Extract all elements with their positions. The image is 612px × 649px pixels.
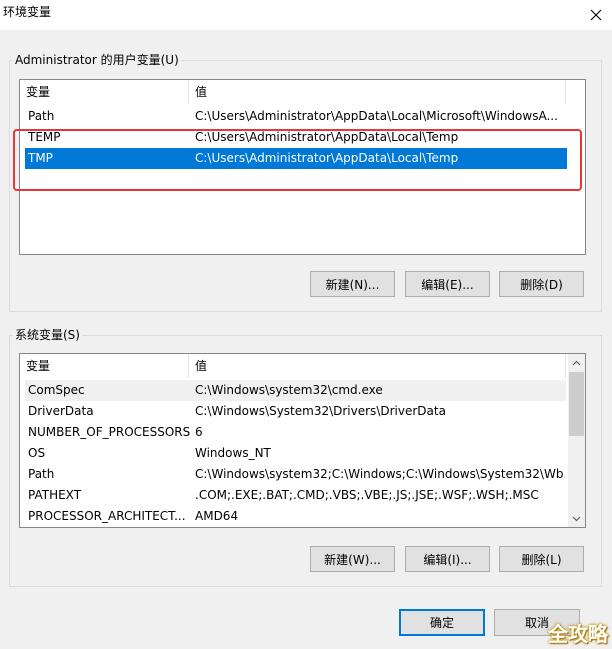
variable-value: C:\Users\Administrator\AppData\Local\Tem… [195,130,459,144]
column-header-variable[interactable]: 变量 [20,354,189,378]
title-bar: 环境变量 [0,0,612,30]
list-item[interactable]: ComSpec C:\Windows\system32\cmd.exe [25,380,566,401]
variable-value: C:\Windows\System32\Drivers\DriverData [195,404,446,418]
variable-name: ComSpec [28,383,85,397]
variable-name: PATHEXT [28,488,82,502]
system-edit-button[interactable]: 编辑(I)... [405,546,490,572]
user-edit-button[interactable]: 编辑(E)... [405,271,490,297]
variable-value: C:\Windows\system32\cmd.exe [195,383,383,397]
user-vars-list[interactable]: 变量 值 Path C:\Users\Administrator\AppData… [19,79,586,255]
user-vars-group-label: Administrator 的用户变量(U) [13,53,181,67]
variable-value: AMD64 [195,509,239,523]
variable-name: PROCESSOR_ARCHITECT... [28,509,186,523]
list-item[interactable]: NUMBER_OF_PROCESSORS 6 [20,422,566,443]
system-delete-button[interactable]: 删除(L) [499,546,584,572]
list-item[interactable]: TEMP C:\Users\Administrator\AppData\Loca… [20,127,585,148]
close-button[interactable] [580,0,612,30]
variable-value: C:\Windows\system32;C:\Windows;C:\Window… [195,467,565,481]
column-header-variable[interactable]: 变量 [20,80,189,104]
variable-name: Path [28,109,55,123]
watermark-logo: 全攻略 [548,622,608,646]
system-vars-list[interactable]: 变量 值 ComSpec C:\Windows\system32\cmd.exe… [19,353,586,528]
ok-button[interactable]: 确定 [399,609,485,636]
system-vars-list-header: 变量 值 [20,354,585,378]
column-header-value[interactable]: 值 [189,354,566,378]
variable-value: Windows_NT [195,446,271,460]
list-item[interactable]: Path C:\Users\Administrator\AppData\Loca… [20,106,585,127]
user-delete-button[interactable]: 删除(D) [499,271,584,297]
user-vars-list-header: 变量 值 [20,80,585,104]
user-new-button[interactable]: 新建(N)... [310,271,395,297]
system-vars-scrollbar[interactable] [568,354,585,527]
variable-name: NUMBER_OF_PROCESSORS [28,425,190,439]
chevron-down-icon [572,516,581,521]
list-item[interactable]: DriverData C:\Windows\System32\Drivers\D… [20,401,566,422]
variable-name: OS [28,446,46,460]
system-new-button[interactable]: 新建(W)... [310,546,395,572]
chevron-up-icon [572,360,581,365]
variable-name: Path [28,467,55,481]
variable-name: DriverData [28,404,94,418]
variable-value: C:\Users\Administrator\AppData\Local\Mic… [195,109,558,123]
list-item[interactable]: Path C:\Windows\system32;C:\Windows;C:\W… [20,464,566,485]
variable-name: TMP [28,151,53,165]
close-icon [590,9,602,21]
variable-name: TEMP [28,130,61,144]
list-item[interactable]: PROCESSOR_ARCHITECT... AMD64 [20,506,566,527]
system-vars-group-label: 系统变量(S) [13,328,82,342]
list-item[interactable]: PATHEXT .COM;.EXE;.BAT;.CMD;.VBS;.VBE;.J… [20,485,566,506]
window-title: 环境变量 [3,5,52,19]
scroll-down-button[interactable] [568,510,585,527]
variable-value: 6 [195,425,203,439]
list-item-selected[interactable]: TMP C:\Users\Administrator\AppData\Local… [25,148,567,169]
column-header-value[interactable]: 值 [189,80,566,104]
variable-value: C:\Users\Administrator\AppData\Local\Tem… [195,151,459,165]
scrollbar-thumb[interactable] [569,372,584,436]
scroll-up-button[interactable] [568,354,585,371]
list-item[interactable]: OS Windows_NT [20,443,566,464]
variable-value: .COM;.EXE;.BAT;.CMD;.VBS;.VBE;.JS;.JSE;.… [195,488,539,502]
